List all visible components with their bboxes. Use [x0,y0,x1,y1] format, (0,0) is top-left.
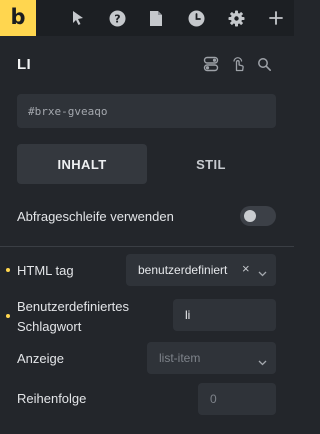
settings-icon[interactable] [224,6,248,30]
search-icon[interactable] [255,55,273,73]
svg-text:?: ? [114,12,120,25]
page-icon[interactable] [144,6,168,30]
order-label: Reihenfolge [17,391,87,406]
changed-indicator-html-tag [6,268,10,272]
custom-tag-label: Benutzerdefiniertes Schlagwort [17,297,129,337]
tab-content[interactable]: INHALT [17,144,147,184]
custom-tag-label-line2: Schlagwort [17,319,82,334]
display-select[interactable]: list-item [147,342,276,374]
html-tag-label: HTML tag [17,263,74,278]
order-input[interactable]: 0 [198,383,276,415]
custom-tag-input[interactable]: li [173,299,276,331]
custom-tag-label-line1: Benutzerdefiniertes [17,299,130,314]
element-title: LI [17,56,31,73]
interactions-icon[interactable] [229,55,247,73]
chevron-down-icon [258,355,267,369]
display-placeholder: list-item [159,351,201,365]
cursor-icon[interactable] [66,6,90,30]
element-id-field[interactable]: #brxe-gveaqo [17,94,276,128]
conditions-icon[interactable] [202,55,220,73]
bricks-logo[interactable]: b [0,0,36,36]
element-id-value: #brxe-gveaqo [28,104,108,118]
plus-icon[interactable] [264,6,288,30]
html-tag-value: benutzerdefiniert [138,263,228,277]
order-placeholder: 0 [210,392,217,406]
help-icon[interactable]: ? [105,6,129,30]
clear-icon[interactable]: × [242,262,250,276]
display-label: Anzeige [17,351,64,366]
custom-tag-value: li [185,308,191,322]
logo-letter: b [10,4,26,29]
section-divider [0,246,294,247]
history-icon[interactable] [184,6,208,30]
changed-indicator-custom-tag [6,314,10,318]
query-loop-label: Abfrageschleife verwenden [17,209,174,224]
html-tag-select[interactable]: benutzerdefiniert × [126,254,276,286]
toggle-knob [244,210,256,222]
chevron-down-icon [258,266,267,280]
query-loop-toggle[interactable] [240,206,276,226]
tab-style[interactable]: STIL [146,144,276,184]
